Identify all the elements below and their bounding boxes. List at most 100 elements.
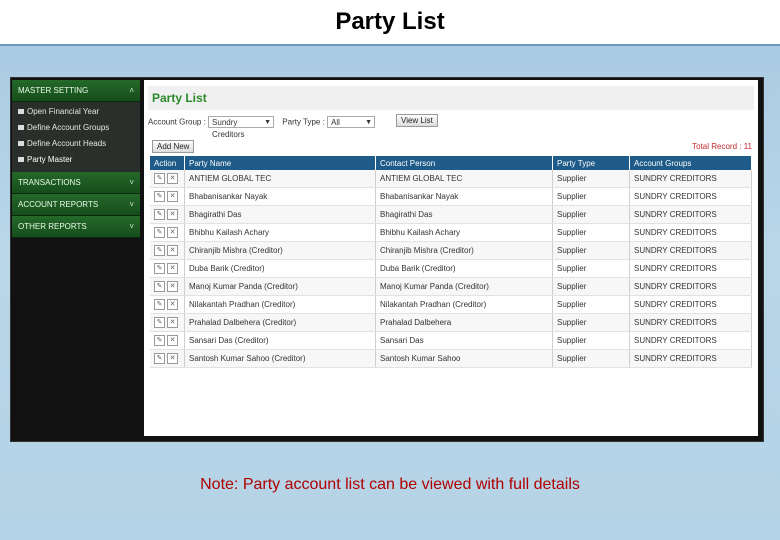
sidebar-section-transactions[interactable]: TRANSACTIONS ˅	[12, 172, 140, 194]
party-name-cell: Bhibhu Kailash Achary	[184, 223, 376, 242]
table-row: ✎ ✕ Chiranjib Mishra (Creditor) Chiranjib M…	[150, 241, 752, 260]
sidebar-item-label: Party Master	[27, 155, 73, 164]
party-name-cell: Manoj Kumar Panda (Creditor)	[184, 277, 376, 296]
dropdown-arrow-icon: ▼	[365, 119, 373, 126]
account-group-value: Sundry Creditors	[212, 118, 245, 140]
chevron-up-icon: ˄	[129, 86, 134, 95]
pencil-icon[interactable]: ✎	[154, 191, 165, 202]
party-type-cell: Supplier	[552, 241, 630, 260]
delete-icon[interactable]: ✕	[167, 299, 178, 310]
account-group-cell: SUNDRY CREDITORS	[629, 331, 752, 350]
pencil-icon[interactable]: ✎	[154, 317, 165, 328]
sidebar-item-party-master[interactable]: Party Master	[12, 152, 140, 168]
pencil-icon[interactable]: ✎	[154, 281, 165, 292]
table-row: ✎ ✕ Duba Barik (Creditor) Duba Barik (Credi…	[150, 259, 752, 278]
table-row: ✎ ✕ Sansari Das (Creditor) Sansari Das Suppl…	[150, 331, 752, 350]
total-record-count: Total Record : 11	[692, 142, 752, 151]
main-content: Party List Account Group : Sundry Credit…	[144, 80, 758, 436]
account-group-cell: SUNDRY CREDITORS	[629, 349, 752, 368]
account-group-label: Account Group :	[148, 117, 206, 127]
action-cell: ✎ ✕	[150, 295, 185, 314]
party-type-cell: Supplier	[552, 331, 630, 350]
pencil-icon[interactable]: ✎	[154, 227, 165, 238]
action-cell: ✎ ✕	[150, 277, 185, 296]
table-row: ✎ ✕ Bhibhu Kailash Achary Bhibhu Kailash Ac…	[150, 223, 752, 242]
party-type-cell: Supplier	[552, 170, 630, 188]
delete-icon[interactable]: ✕	[167, 353, 178, 364]
table-row: ✎ ✕ Bhagirathi Das Bhagirathi Das Supplier SU…	[150, 205, 752, 224]
delete-icon[interactable]: ✕	[167, 263, 178, 274]
add-new-button[interactable]: Add New	[152, 140, 195, 153]
sidebar-section-account-reports[interactable]: ACCOUNT REPORTS ˅	[12, 194, 140, 216]
party-name-cell: Duba Barik (Creditor)	[184, 259, 376, 278]
chevron-down-icon: ˅	[129, 222, 134, 231]
action-cell: ✎ ✕	[150, 223, 185, 242]
pencil-icon[interactable]: ✎	[154, 209, 165, 220]
delete-icon[interactable]: ✕	[167, 317, 178, 328]
table-row: ✎ ✕ Manoj Kumar Panda (Creditor) Manoj Kuma…	[150, 277, 752, 296]
sidebar-section-master-setting[interactable]: MASTER SETTING ˄	[12, 80, 140, 102]
pencil-icon[interactable]: ✎	[154, 335, 165, 346]
account-group-cell: SUNDRY CREDITORS	[629, 223, 752, 242]
account-group-select[interactable]: Sundry Creditors ▼	[208, 116, 275, 139]
sidebar-item-label: Define Account Groups	[27, 123, 110, 132]
sidebar-item-define-account-heads[interactable]: Define Account Heads	[12, 136, 140, 152]
contact-person-cell: Nilakantah Pradhan (Creditor)	[375, 295, 553, 314]
sidebar-item-define-account-groups[interactable]: Define Account Groups	[12, 120, 140, 136]
party-name-cell: Prahalad Dalbehera (Creditor)	[184, 313, 376, 332]
delete-icon[interactable]: ✕	[167, 281, 178, 292]
column-header-party-type[interactable]: Party Type	[552, 156, 630, 170]
contact-person-cell: Manoj Kumar Panda (Creditor)	[375, 277, 553, 296]
action-cell: ✎ ✕	[150, 349, 185, 368]
list-bullet-icon	[18, 109, 24, 115]
column-header-party-name[interactable]: Party Name	[184, 156, 376, 170]
delete-icon[interactable]: ✕	[167, 335, 178, 346]
party-name-cell: Chiranjib Mishra (Creditor)	[184, 241, 376, 260]
party-type-cell: Supplier	[552, 223, 630, 242]
pencil-icon[interactable]: ✎	[154, 353, 165, 364]
delete-icon[interactable]: ✕	[167, 173, 178, 184]
party-type-select[interactable]: All ▼	[327, 116, 376, 128]
list-bullet-icon	[18, 157, 24, 163]
sidebar-item-open-financial-year[interactable]: Open Financial Year	[12, 104, 140, 120]
contact-person-cell: Prahalad Dalbehera	[375, 313, 553, 332]
contact-person-cell: Bhagirathi Das	[375, 205, 553, 224]
view-list-button[interactable]: View List	[396, 114, 438, 127]
slide-note: Note: Party account list can be viewed w…	[200, 476, 580, 493]
table-header-row: Action Party Name Contact Person Party T…	[150, 156, 752, 170]
column-header-contact-person[interactable]: Contact Person	[375, 156, 553, 170]
chevron-down-icon: ˅	[129, 200, 134, 209]
account-group-cell: SUNDRY CREDITORS	[629, 187, 752, 206]
party-name-cell: Sansari Das (Creditor)	[184, 331, 376, 350]
page-heading-bar: Party List	[148, 86, 754, 110]
pencil-icon[interactable]: ✎	[154, 173, 165, 184]
party-type-cell: Supplier	[552, 349, 630, 368]
sidebar-item-label: Open Financial Year	[27, 107, 100, 116]
delete-icon[interactable]: ✕	[167, 245, 178, 256]
account-group-cell: SUNDRY CREDITORS	[629, 205, 752, 224]
action-cell: ✎ ✕	[150, 187, 185, 206]
account-group-cell: SUNDRY CREDITORS	[629, 277, 752, 296]
slide-title-bar: Party List	[0, 0, 780, 44]
delete-icon[interactable]: ✕	[167, 209, 178, 220]
column-header-action[interactable]: Action	[150, 156, 185, 170]
table-row: ✎ ✕ Nilakantah Pradhan (Creditor) Nilakanta…	[150, 295, 752, 314]
sidebar-section-other-reports[interactable]: OTHER REPORTS ˅	[12, 216, 140, 238]
contact-person-cell: Santosh Kumar Sahoo	[375, 349, 553, 368]
slide-title: Party List	[335, 8, 445, 35]
pencil-icon[interactable]: ✎	[154, 263, 165, 274]
delete-icon[interactable]: ✕	[167, 227, 178, 238]
delete-icon[interactable]: ✕	[167, 191, 178, 202]
action-cell: ✎ ✕	[150, 313, 185, 332]
column-header-account-groups[interactable]: Account Groups	[629, 156, 752, 170]
filter-row: Account Group : Sundry Creditors ▼ Party…	[148, 116, 381, 139]
account-group-cell: SUNDRY CREDITORS	[629, 313, 752, 332]
party-name-cell: Santosh Kumar Sahoo (Creditor)	[184, 349, 376, 368]
pencil-icon[interactable]: ✎	[154, 299, 165, 310]
pencil-icon[interactable]: ✎	[154, 245, 165, 256]
table-row: ✎ ✕ ANTIEM GLOBAL TEC ANTIEM GLOBAL TEC Supp…	[150, 170, 752, 188]
action-cell: ✎ ✕	[150, 170, 185, 188]
table-body: ✎ ✕ ANTIEM GLOBAL TEC ANTIEM GLOBAL TEC Supp…	[150, 170, 752, 368]
contact-person-cell: Sansari Das	[375, 331, 553, 350]
action-cell: ✎ ✕	[150, 331, 185, 350]
